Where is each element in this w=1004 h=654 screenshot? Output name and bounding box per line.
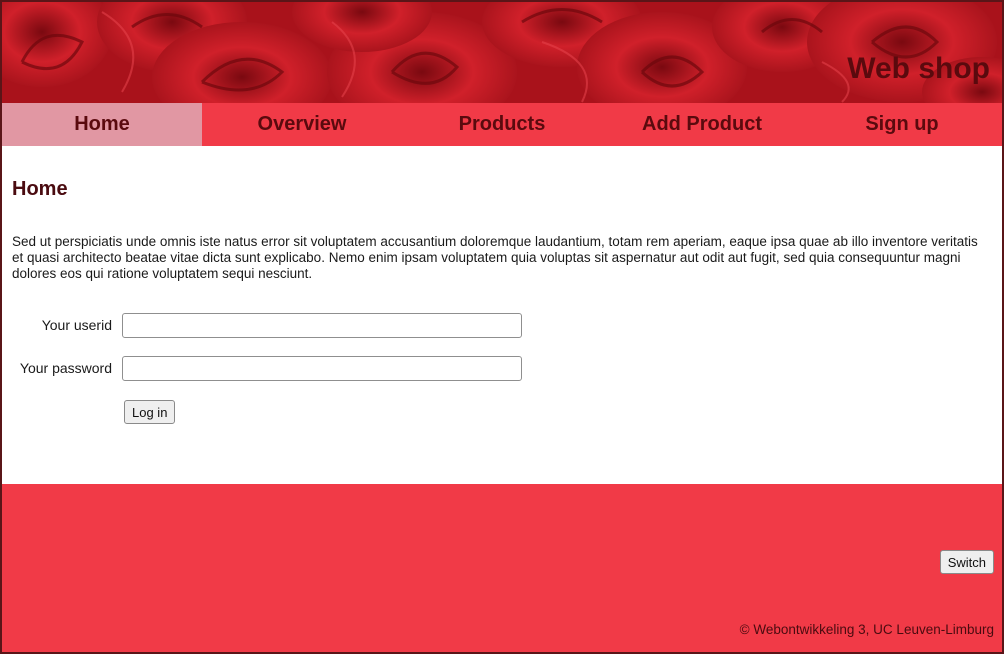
intro-text: Sed ut perspiciatis unde omnis iste natu…: [12, 234, 978, 281]
password-label: Your password: [19, 360, 112, 376]
password-row: Your password: [2, 356, 602, 382]
main-navigation: Home Overview Products Add Product Sign …: [2, 103, 1002, 146]
nav-item-sign-up[interactable]: Sign up: [802, 103, 1002, 146]
header-banner: Web shop: [2, 2, 1002, 103]
userid-row: Your userid: [2, 313, 602, 339]
footer: Switch © Webontwikkeling 3, UC Leuven-Li…: [2, 484, 1002, 652]
userid-label: Your userid: [41, 317, 112, 333]
nav-item-add-product[interactable]: Add Product: [602, 103, 802, 146]
nav-item-products[interactable]: Products: [402, 103, 602, 146]
page-heading: Home: [12, 178, 68, 200]
nav-item-overview[interactable]: Overview: [202, 103, 402, 146]
switch-button[interactable]: Switch: [939, 550, 994, 574]
password-input[interactable]: [122, 356, 522, 381]
userid-input[interactable]: [122, 313, 522, 338]
copyright-text: © Webontwikkeling 3, UC Leuven-Limburg: [739, 622, 994, 637]
main-content: Home Sed ut perspiciatis unde omnis iste…: [2, 146, 1002, 484]
site-title: Web shop: [847, 52, 990, 85]
page-frame: Web shop Home Overview Products Add Prod…: [0, 0, 1004, 654]
login-button[interactable]: Log in: [124, 400, 176, 424]
nav-item-home[interactable]: Home: [2, 103, 202, 146]
